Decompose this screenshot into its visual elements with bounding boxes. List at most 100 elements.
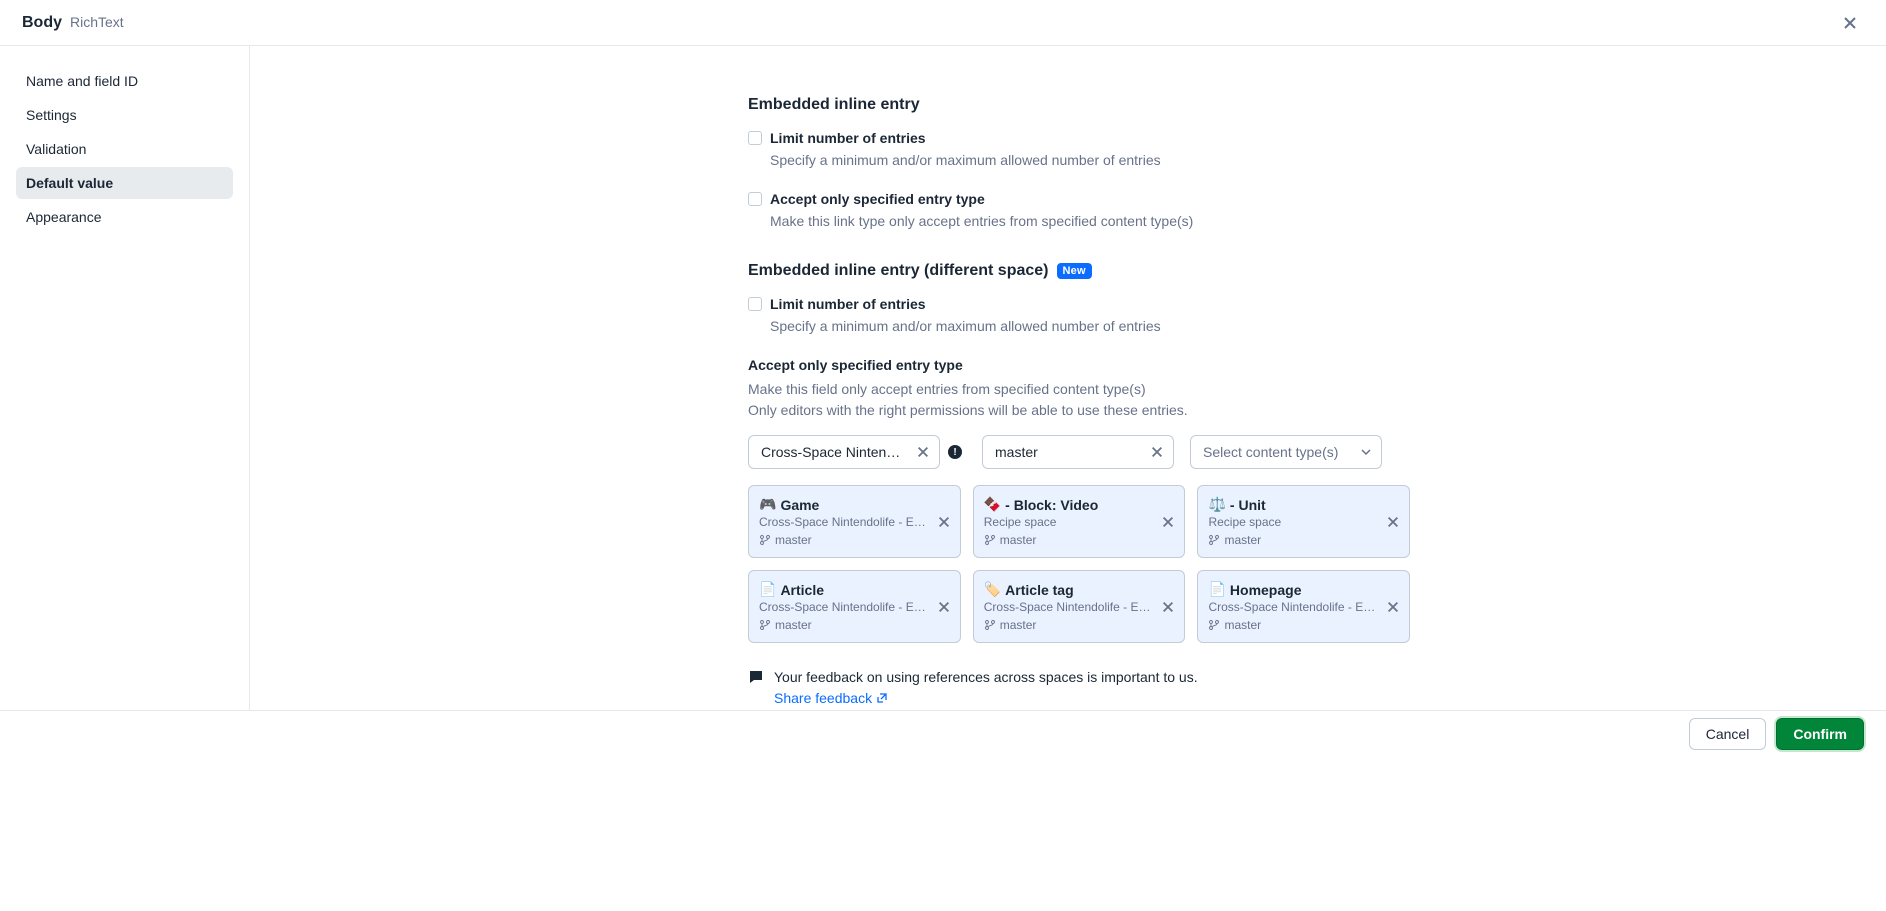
sidebar-item-default-value[interactable]: Default value bbox=[16, 167, 233, 199]
clear-env-icon[interactable] bbox=[1150, 445, 1164, 459]
chip-space: Recipe space bbox=[1208, 515, 1375, 529]
sidebar-item-settings[interactable]: Settings bbox=[16, 99, 233, 131]
new-badge: New bbox=[1057, 263, 1092, 279]
sidebar-item-appearance[interactable]: Appearance bbox=[16, 201, 233, 233]
close-icon bbox=[1386, 600, 1400, 614]
title-group: Body RichText bbox=[22, 14, 124, 32]
option-label: Accept only specified entry type bbox=[770, 191, 985, 207]
section-embedded-inline-entry: Embedded inline entry Limit number of en… bbox=[748, 96, 1388, 232]
space-select[interactable]: Cross-Space Nintendolife … bbox=[748, 435, 940, 469]
chip-emoji: 🎮 bbox=[759, 496, 776, 513]
section-title-text: Embedded inline entry (different space) bbox=[748, 262, 1049, 280]
branch-icon bbox=[984, 534, 996, 546]
option-limit-entries: Limit number of entries Specify a minimu… bbox=[748, 130, 1388, 171]
content-pane[interactable]: Embedded inline entry Limit number of en… bbox=[250, 46, 1886, 710]
section-embedded-inline-diff-space: Embedded inline entry (different space) … bbox=[748, 262, 1388, 706]
subsection-desc2: Only editors with the right permissions … bbox=[748, 400, 1388, 421]
env-select[interactable]: master bbox=[982, 435, 1174, 469]
branch-icon bbox=[759, 619, 771, 631]
chip-title: 📄Homepage bbox=[1208, 581, 1375, 598]
option-label: Limit number of entries bbox=[770, 296, 926, 312]
chip-env: master bbox=[759, 533, 926, 547]
chip-title: 🏷️Article tag bbox=[984, 581, 1151, 598]
type-chip-homepage: 📄Homepage Cross-Space Nintendolife - E… … bbox=[1197, 570, 1410, 643]
feedback-text: Your feedback on using references across… bbox=[774, 667, 1198, 688]
close-icon bbox=[937, 600, 951, 614]
remove-chip-button[interactable] bbox=[936, 599, 952, 615]
option-desc: Specify a minimum and/or maximum allowed… bbox=[770, 316, 1388, 337]
remove-chip-button[interactable] bbox=[1160, 599, 1176, 615]
option-label: Limit number of entries bbox=[770, 130, 926, 146]
chip-emoji: 📄 bbox=[759, 581, 776, 598]
option-desc: Specify a minimum and/or maximum allowed… bbox=[770, 150, 1388, 171]
content-type-select[interactable]: Select content type(s) bbox=[1190, 435, 1382, 469]
content-type-placeholder: Select content type(s) bbox=[1203, 444, 1353, 460]
branch-icon bbox=[1208, 619, 1220, 631]
modal-body: Name and field ID Settings Validation De… bbox=[0, 46, 1886, 710]
modal-header: Body RichText bbox=[0, 0, 1886, 46]
feedback-block: Your feedback on using references across… bbox=[748, 667, 1388, 706]
checkbox-limit-entries-diff[interactable] bbox=[748, 297, 762, 311]
close-button[interactable] bbox=[1836, 9, 1864, 37]
chip-env: master bbox=[1208, 533, 1375, 547]
external-link-icon bbox=[876, 692, 888, 704]
branch-icon bbox=[759, 534, 771, 546]
branch-icon bbox=[984, 619, 996, 631]
chip-emoji: 🍫 bbox=[984, 496, 1001, 513]
checkbox-accept-type[interactable] bbox=[748, 192, 762, 206]
chip-emoji: ⚖️ bbox=[1208, 496, 1225, 513]
space-select-wrap: Cross-Space Nintendolife … ! bbox=[748, 435, 940, 469]
clear-space-icon[interactable] bbox=[916, 445, 930, 459]
section-title: Embedded inline entry bbox=[748, 96, 1388, 114]
subsection-desc1: Make this field only accept entries from… bbox=[748, 379, 1388, 400]
selected-types-grid: 🎮Game Cross-Space Nintendolife - E… mast… bbox=[748, 485, 1388, 643]
chip-title: 🎮Game bbox=[759, 496, 926, 513]
accept-specified-type-subsection: Accept only specified entry type Make th… bbox=[748, 357, 1388, 706]
close-icon bbox=[937, 515, 951, 529]
info-icon[interactable]: ! bbox=[948, 445, 962, 459]
chip-env: master bbox=[759, 618, 926, 632]
option-desc: Make this link type only accept entries … bbox=[770, 211, 1388, 232]
checkbox-limit-entries[interactable] bbox=[748, 131, 762, 145]
chip-title: 📄Article bbox=[759, 581, 926, 598]
chip-env: master bbox=[984, 533, 1151, 547]
option-accept-type: Accept only specified entry type Make th… bbox=[748, 191, 1388, 232]
chip-space: Cross-Space Nintendolife - E… bbox=[759, 600, 926, 614]
remove-chip-button[interactable] bbox=[1385, 514, 1401, 530]
type-chip-game: 🎮Game Cross-Space Nintendolife - E… mast… bbox=[748, 485, 961, 558]
close-icon bbox=[1386, 515, 1400, 529]
content-type-select-wrap: Select content type(s) bbox=[1190, 435, 1382, 469]
sidebar: Name and field ID Settings Validation De… bbox=[0, 46, 250, 710]
branch-icon bbox=[1208, 534, 1220, 546]
modal-subtitle: RichText bbox=[70, 14, 124, 30]
type-chip-article-tag: 🏷️Article tag Cross-Space Nintendolife -… bbox=[973, 570, 1186, 643]
speech-bubble-icon bbox=[748, 669, 764, 685]
close-icon bbox=[1842, 15, 1858, 31]
space-select-value: Cross-Space Nintendolife … bbox=[761, 444, 903, 460]
chip-emoji: 🏷️ bbox=[984, 581, 1001, 598]
cancel-button[interactable]: Cancel bbox=[1689, 718, 1767, 750]
remove-chip-button[interactable] bbox=[1160, 514, 1176, 530]
remove-chip-button[interactable] bbox=[1385, 599, 1401, 615]
chip-title: 🍫- Block: Video bbox=[984, 496, 1151, 513]
filter-row: Cross-Space Nintendolife … ! master bbox=[748, 435, 1388, 469]
option-limit-entries-diff: Limit number of entries Specify a minimu… bbox=[748, 296, 1388, 337]
chip-space: Cross-Space Nintendolife - E… bbox=[984, 600, 1151, 614]
sidebar-item-name-id[interactable]: Name and field ID bbox=[16, 65, 233, 97]
share-feedback-link[interactable]: Share feedback bbox=[774, 690, 888, 706]
sidebar-item-validation[interactable]: Validation bbox=[16, 133, 233, 165]
modal-footer: Cancel Confirm bbox=[0, 710, 1886, 757]
chip-space: Recipe space bbox=[984, 515, 1151, 529]
type-chip-unit: ⚖️- Unit Recipe space master bbox=[1197, 485, 1410, 558]
chip-env: master bbox=[1208, 618, 1375, 632]
close-icon bbox=[1161, 515, 1175, 529]
type-chip-block-video: 🍫- Block: Video Recipe space master bbox=[973, 485, 1186, 558]
confirm-button[interactable]: Confirm bbox=[1776, 718, 1864, 750]
modal-title: Body bbox=[22, 14, 62, 32]
remove-chip-button[interactable] bbox=[936, 514, 952, 530]
chip-title: ⚖️- Unit bbox=[1208, 496, 1375, 513]
env-select-wrap: master bbox=[982, 435, 1174, 469]
type-chip-article: 📄Article Cross-Space Nintendolife - E… m… bbox=[748, 570, 961, 643]
subsection-title: Accept only specified entry type bbox=[748, 357, 1388, 373]
chip-env: master bbox=[984, 618, 1151, 632]
